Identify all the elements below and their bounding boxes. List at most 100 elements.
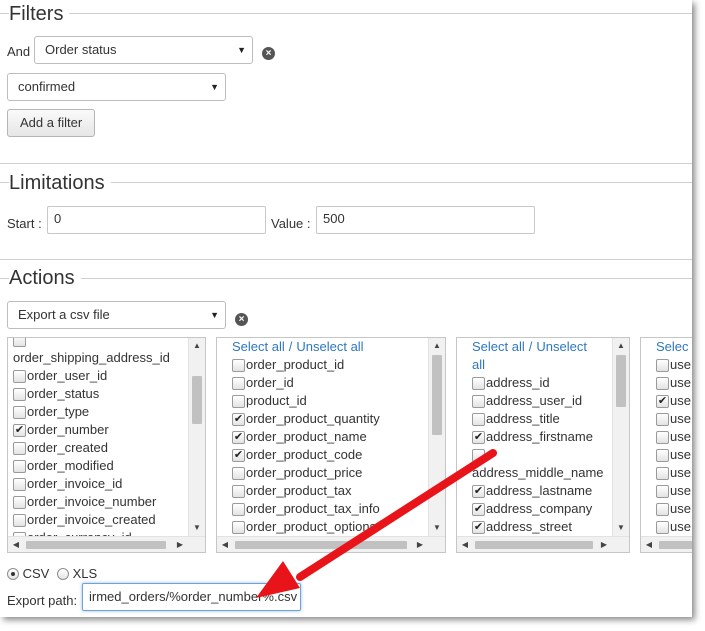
checkbox-checked[interactable]: ✔ [232, 430, 245, 444]
list-item[interactable]: address_middle_name [472, 464, 611, 482]
checkbox-checked[interactable]: ✔ [472, 484, 485, 498]
select-all-link[interactable]: Select all [232, 338, 285, 356]
list-item[interactable]: use [656, 428, 692, 446]
list-item[interactable]: address_id [472, 374, 611, 392]
list-item[interactable]: order_user_id [13, 367, 187, 385]
list-item[interactable]: ✔ order_product_quantity [232, 410, 427, 428]
checkbox[interactable] [656, 448, 669, 462]
filter-value-select[interactable]: confirmed ▼ [7, 73, 226, 101]
checkbox[interactable] [232, 502, 245, 516]
checkbox[interactable] [656, 412, 669, 426]
list-item[interactable]: use [656, 464, 692, 482]
unselect-all-link[interactable]: Unselect [536, 338, 587, 356]
checkbox[interactable] [472, 376, 485, 390]
checkbox[interactable] [13, 441, 26, 455]
action-select[interactable]: Export a csv file ▼ [7, 301, 226, 329]
list-item[interactable]: order_type [13, 403, 187, 421]
scroll-right-icon[interactable]: ▶ [172, 537, 188, 552]
checkbox[interactable] [472, 412, 485, 426]
list-item[interactable]: use [656, 500, 692, 518]
list-item[interactable]: order_id [232, 374, 427, 392]
scroll-thumb[interactable] [616, 355, 626, 407]
checkbox[interactable] [656, 376, 669, 390]
export-path-input[interactable]: irmed_orders/%order_number%.csv [82, 583, 301, 611]
list-item[interactable]: use [656, 410, 692, 428]
list-item[interactable]: order_invoice_number [13, 493, 187, 511]
scroll-right-icon[interactable]: ▶ [596, 537, 612, 552]
checkbox-checked[interactable]: ✔ [472, 520, 485, 534]
checkbox[interactable] [13, 338, 26, 347]
list-item[interactable]: ✔ use [656, 392, 692, 410]
checkbox[interactable] [13, 369, 26, 383]
scroll-up-icon[interactable]: ▲ [429, 338, 445, 354]
list-item[interactable]: order_product_price [232, 464, 427, 482]
checkbox[interactable] [13, 477, 26, 491]
list-item[interactable]: order_shipping_address_id [13, 349, 187, 367]
checkbox[interactable] [13, 459, 26, 473]
list-item[interactable]: ✔ address_lastname [472, 482, 611, 500]
list-item[interactable]: use [656, 518, 692, 536]
unselect-all-link[interactable]: Unselect all [296, 338, 363, 356]
scroll-left-icon[interactable]: ◀ [8, 537, 24, 552]
scroll-down-icon[interactable]: ▼ [189, 520, 205, 536]
scroll-thumb[interactable] [659, 541, 692, 549]
list-item[interactable]: order_invoice_created [13, 511, 187, 529]
list-item[interactable]: use [656, 356, 692, 374]
order-columns-listbox[interactable]: order_shipping_address_id order_user_idor… [7, 337, 206, 553]
checkbox[interactable] [13, 513, 26, 527]
csv-label[interactable]: CSV [23, 566, 50, 581]
scroll-left-icon[interactable]: ◀ [457, 537, 473, 552]
list-item[interactable]: address_title [472, 410, 611, 428]
value-input[interactable]: 500 [316, 206, 535, 234]
list-item[interactable]: product_id [232, 392, 427, 410]
checkbox[interactable] [13, 405, 26, 419]
checkbox[interactable] [13, 387, 26, 401]
list-item[interactable]: ✔ address_company [472, 500, 611, 518]
vertical-scrollbar[interactable]: ▲ ▼ [428, 338, 445, 536]
list-item[interactable]: use [656, 446, 692, 464]
checkbox[interactable] [656, 358, 669, 372]
checkbox[interactable] [656, 502, 669, 516]
checkbox-checked[interactable]: ✔ [232, 448, 245, 462]
checkbox[interactable] [232, 466, 245, 480]
checkbox[interactable] [13, 495, 26, 509]
scroll-thumb[interactable] [26, 541, 166, 549]
vertical-scrollbar[interactable]: ▲ ▼ [612, 338, 629, 536]
list-item[interactable]: address_user_id [472, 392, 611, 410]
scroll-down-icon[interactable]: ▼ [429, 520, 445, 536]
vertical-scrollbar[interactable]: ▲ ▼ [188, 338, 205, 536]
address-columns-listbox[interactable]: Select all / Unselect all address_id addr… [456, 337, 630, 553]
list-item[interactable]: ✔ order_product_code [232, 446, 427, 464]
scroll-thumb[interactable] [432, 355, 442, 435]
list-item[interactable]: order_product_tax [232, 482, 427, 500]
user-columns-listbox[interactable]: Selec use use ✔ use use use use use use use use ◀ [640, 337, 692, 553]
scroll-thumb[interactable] [475, 541, 593, 549]
checkbox[interactable] [232, 394, 245, 408]
list-item[interactable]: ✔ address_street [472, 518, 611, 536]
list-item[interactable]: use [656, 482, 692, 500]
select-all-link[interactable]: Select all [472, 338, 525, 356]
horizontal-scrollbar[interactable]: ◀ ▶ [8, 536, 205, 552]
select-all-link-truncated[interactable]: Selec [656, 338, 689, 356]
checkbox[interactable] [656, 466, 669, 480]
list-item[interactable]: use [656, 374, 692, 392]
checkbox-checked[interactable]: ✔ [13, 423, 26, 437]
list-item[interactable]: ✔ order_product_name [232, 428, 427, 446]
horizontal-scrollbar[interactable]: ◀ [641, 536, 692, 552]
scroll-up-icon[interactable]: ▲ [189, 338, 205, 354]
list-item[interactable]: order_product_id [232, 356, 427, 374]
checkbox[interactable] [232, 520, 245, 534]
add-filter-button[interactable]: Add a filter [7, 109, 96, 137]
remove-action-icon[interactable]: × [235, 313, 248, 326]
xls-radio[interactable] [56, 568, 69, 580]
scroll-right-icon[interactable]: ▶ [412, 537, 428, 552]
scroll-left-icon[interactable]: ◀ [217, 537, 233, 552]
checkbox[interactable] [472, 448, 485, 462]
horizontal-scrollbar[interactable]: ◀ ▶ [217, 536, 445, 552]
checkbox-checked[interactable]: ✔ [656, 394, 669, 408]
scroll-left-icon[interactable]: ◀ [641, 537, 657, 552]
list-item[interactable]: ✔ order_number [13, 421, 187, 439]
checkbox[interactable] [232, 376, 245, 390]
checkbox[interactable] [656, 430, 669, 444]
xls-label[interactable]: XLS [73, 566, 98, 581]
